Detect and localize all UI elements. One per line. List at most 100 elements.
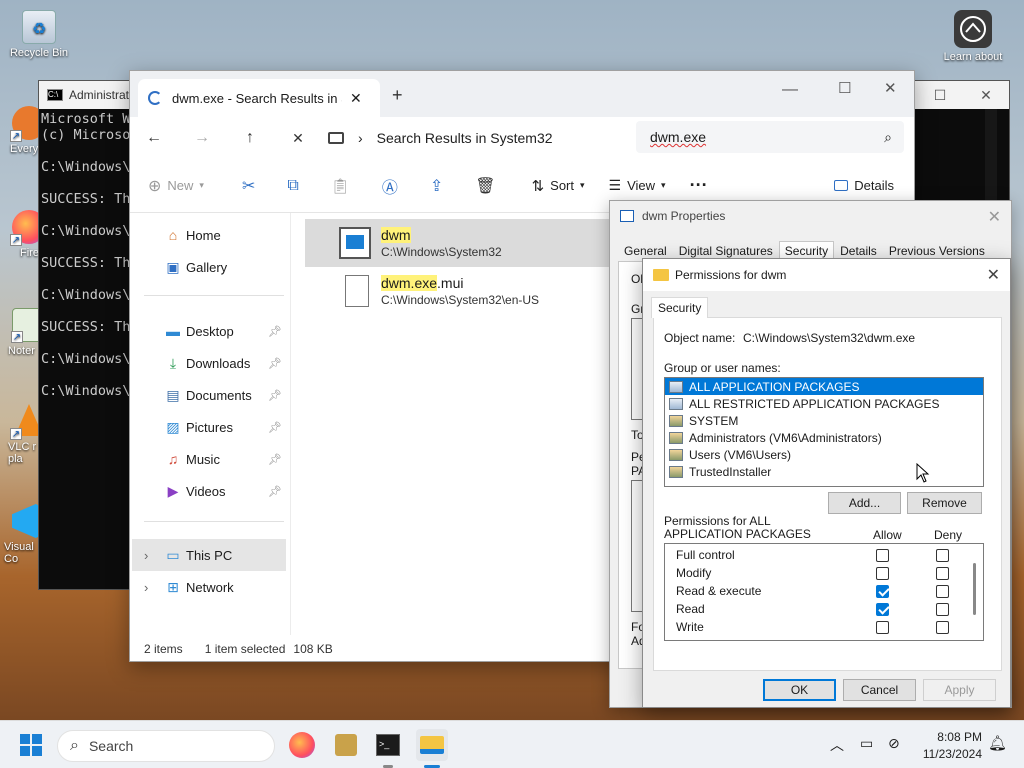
- address-bar[interactable]: › Search Results in System32: [322, 122, 553, 154]
- list-item[interactable]: TrustedInstaller: [665, 463, 983, 480]
- minimize-icon[interactable]: —: [782, 81, 798, 99]
- pin-icon[interactable]: 📌︎: [268, 389, 282, 402]
- close-icon[interactable]: ✕: [884, 79, 897, 97]
- notification-bell-icon[interactable]: 🔔︎: [988, 734, 1007, 752]
- new-tab-icon[interactable]: +: [392, 85, 403, 106]
- taskbar-file-explorer[interactable]: [416, 729, 448, 768]
- chevron-right-icon[interactable]: ›: [144, 580, 148, 595]
- sidebar-item-pictures[interactable]: ▨ Pictures 📌︎: [132, 411, 286, 443]
- allow-checkbox[interactable]: [876, 602, 889, 616]
- sidebar-item-documents[interactable]: ▤ Documents 📌︎: [132, 379, 286, 411]
- permissions-titlebar[interactable]: Permissions for dwm ✕: [643, 259, 1010, 291]
- maximize-icon[interactable]: ☐: [917, 87, 963, 104]
- sidebar-item-network[interactable]: › ⊞ Network: [132, 571, 286, 603]
- sidebar-item-home[interactable]: ⌂ Home: [132, 219, 286, 251]
- pin-icon[interactable]: 📌︎: [268, 485, 282, 498]
- group-names-label: Group or user names:: [664, 361, 781, 375]
- permissions-dialog[interactable]: Permissions for dwm ✕ Security Object na…: [642, 258, 1011, 708]
- new-button[interactable]: ⊕ New ▾: [130, 168, 216, 204]
- forward-arrow-icon[interactable]: →: [178, 129, 226, 147]
- tab-close-icon[interactable]: ✕: [350, 90, 362, 107]
- list-item[interactable]: Administrators (VM6\Administrators): [665, 429, 983, 446]
- display-icon[interactable]: ▭: [860, 735, 873, 752]
- apply-button[interactable]: Apply: [923, 679, 996, 701]
- permissions-table[interactable]: Full control Modify Read & execute Read Writ…: [664, 543, 984, 641]
- allow-checkbox[interactable]: [876, 548, 889, 562]
- search-icon: ⌕: [70, 737, 79, 754]
- list-item[interactable]: SYSTEM: [665, 412, 983, 429]
- pin-icon[interactable]: 📌︎: [268, 453, 282, 466]
- remove-button[interactable]: Remove: [907, 492, 982, 514]
- list-item[interactable]: dwm C:\Windows\System32: [305, 219, 645, 267]
- chevron-up-icon[interactable]: ︿: [830, 735, 844, 755]
- cut-button[interactable]: ✂: [230, 168, 267, 204]
- documents-icon: ▤: [166, 386, 180, 403]
- group-user-list[interactable]: ALL APPLICATION PACKAGES ALL RESTRICTED A…: [664, 377, 984, 487]
- ok-button[interactable]: OK: [763, 679, 836, 701]
- properties-titlebar[interactable]: dwm Properties ✕: [610, 201, 1011, 231]
- taskbar-terminal[interactable]: >_: [372, 729, 404, 768]
- table-row: Read & execute: [665, 582, 983, 600]
- desktop-icon-recycle-bin[interactable]: ♻ Recycle Bin: [4, 10, 74, 59]
- sidebar-item-gallery[interactable]: ▣ Gallery: [132, 251, 286, 283]
- details-pane-button[interactable]: Details: [822, 168, 906, 204]
- list-item[interactable]: Users (VM6\Users): [665, 446, 983, 463]
- user-group-icon: [669, 414, 683, 427]
- up-arrow-icon[interactable]: ↑: [226, 129, 274, 147]
- start-button[interactable]: [20, 734, 42, 756]
- delete-button[interactable]: 🗑︎: [463, 168, 507, 204]
- sidebar-item-downloads[interactable]: ⤓ Downloads 📌︎: [132, 347, 286, 379]
- search-input[interactable]: dwm.exe ⌕: [636, 121, 904, 153]
- close-icon[interactable]: ✕: [963, 87, 1009, 104]
- copy-button[interactable]: ⧉: [275, 168, 310, 204]
- deny-checkbox[interactable]: [936, 548, 949, 562]
- package-group-icon: [669, 380, 683, 393]
- list-item[interactable]: ALL APPLICATION PACKAGES: [665, 378, 983, 395]
- deny-checkbox[interactable]: [936, 620, 949, 634]
- sort-button[interactable]: ⇅ Sort ▾: [520, 168, 597, 204]
- pin-icon[interactable]: 📌︎: [268, 357, 282, 370]
- desktop-icon-learn-about[interactable]: Learn about: [938, 10, 1008, 63]
- deny-checkbox[interactable]: [936, 602, 949, 616]
- allow-checkbox[interactable]: [876, 566, 889, 580]
- list-item[interactable]: ALL RESTRICTED APPLICATION PACKAGES: [665, 395, 983, 412]
- stop-icon[interactable]: ✕: [274, 130, 322, 147]
- maximize-icon[interactable]: ☐: [838, 79, 851, 97]
- windows-logo-icon: [20, 734, 42, 756]
- network-status-icon[interactable]: ⊘: [888, 735, 900, 752]
- allow-checkbox[interactable]: [876, 584, 889, 598]
- taskbar-search-box[interactable]: ⌕ Search: [57, 730, 275, 762]
- item-count: 2 items: [144, 642, 183, 656]
- share-button[interactable]: ⇪: [418, 168, 455, 204]
- deny-checkbox[interactable]: [936, 566, 949, 580]
- cancel-button[interactable]: Cancel: [843, 679, 916, 701]
- sidebar-item-this-pc[interactable]: › ▭ This PC: [132, 539, 286, 571]
- view-icon: ☰: [608, 177, 622, 193]
- tab-search-results[interactable]: dwm.exe - Search Results in Sy ✕: [138, 79, 380, 117]
- pin-icon[interactable]: 📌︎: [268, 421, 282, 434]
- taskbar-app-lock[interactable]: [330, 729, 362, 761]
- clock[interactable]: 8:08 PM 11/23/2024: [912, 730, 982, 761]
- sidebar-item-desktop[interactable]: ▬ Desktop 📌︎: [132, 315, 286, 347]
- add-button[interactable]: Add...: [828, 492, 901, 514]
- list-item[interactable]: dwm.exe.mui C:\Windows\System32\en-US: [305, 267, 645, 315]
- view-button[interactable]: ☰ View ▾: [597, 168, 678, 204]
- sidebar-item-music[interactable]: ♫ Music 📌︎: [132, 443, 286, 475]
- allow-checkbox[interactable]: [876, 620, 889, 634]
- permissions-scrollbar-thumb[interactable]: [973, 563, 976, 615]
- search-icon[interactable]: ⌕: [884, 129, 892, 146]
- pin-icon[interactable]: 📌︎: [268, 325, 282, 338]
- taskbar-firefox[interactable]: [286, 729, 318, 761]
- tab-security[interactable]: Security: [651, 297, 709, 318]
- close-icon[interactable]: ✕: [987, 265, 1000, 285]
- deny-checkbox[interactable]: [936, 584, 949, 598]
- chevron-right-icon[interactable]: ›: [144, 548, 148, 563]
- close-icon[interactable]: ✕: [988, 207, 1001, 227]
- cmd-title: Administrat: [69, 88, 130, 102]
- back-arrow-icon[interactable]: ←: [130, 129, 178, 147]
- explorer-tab-strip: dwm.exe - Search Results in Sy ✕ + — ☐ ✕: [130, 71, 914, 117]
- rename-button[interactable]: Ⓐ: [370, 168, 410, 204]
- sidebar-item-videos[interactable]: ▶ Videos 📌︎: [132, 475, 286, 507]
- paste-button[interactable]: 📋︎: [319, 168, 362, 204]
- more-options-button[interactable]: ···: [678, 168, 720, 204]
